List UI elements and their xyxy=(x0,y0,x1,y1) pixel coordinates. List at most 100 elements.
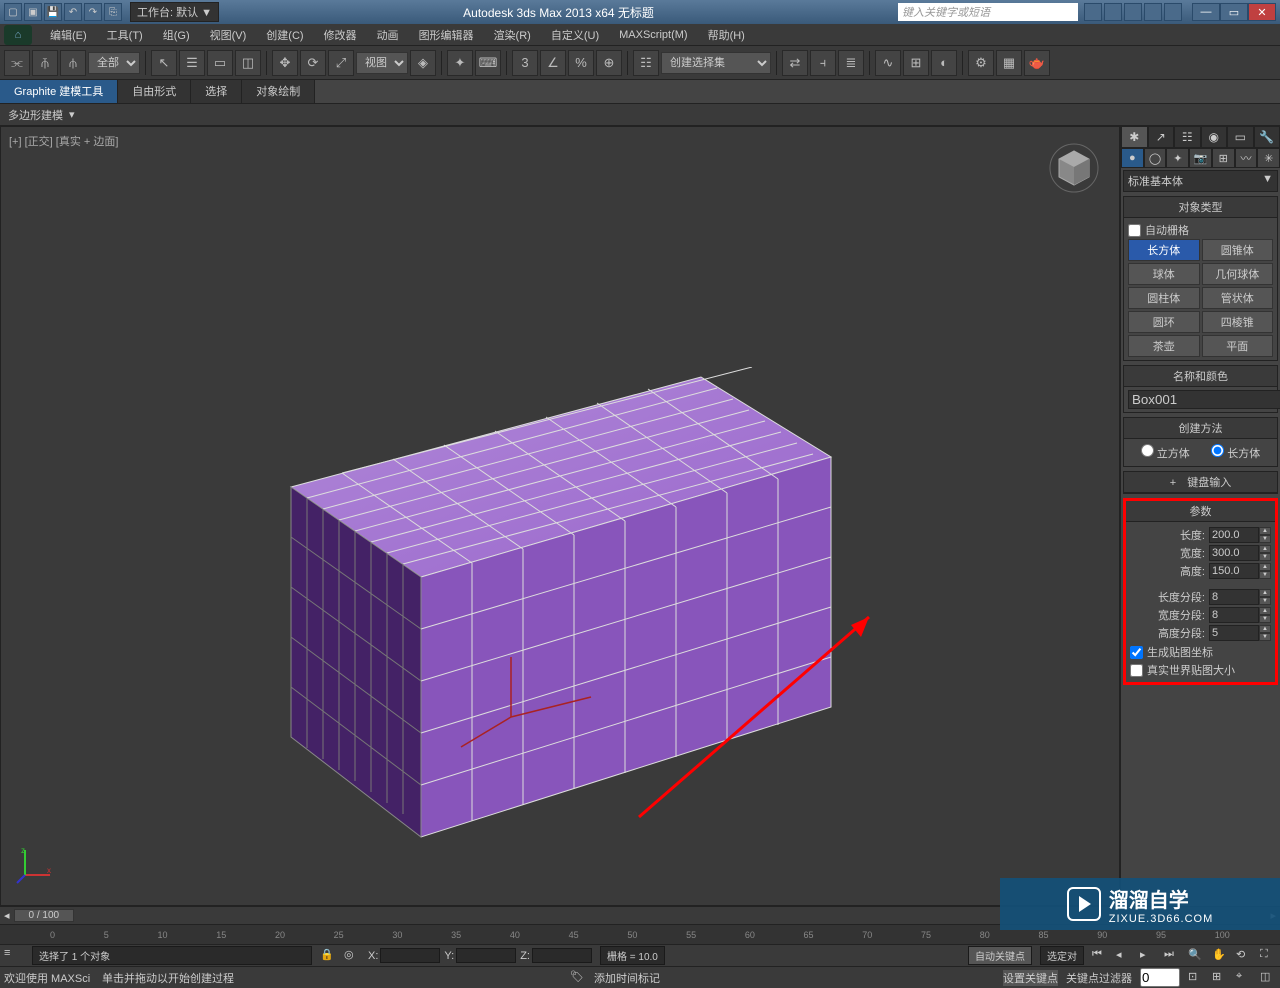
tag-icon[interactable]: 🏷 xyxy=(570,970,586,986)
menu-maxscript[interactable]: MAXScript(M) xyxy=(609,27,697,43)
curve-editor-icon[interactable]: ∿ xyxy=(875,50,901,76)
help-icon[interactable] xyxy=(1164,3,1182,21)
spin-up-icon[interactable]: ▲ xyxy=(1259,589,1271,597)
btn-teapot[interactable]: 茶壶 xyxy=(1128,335,1200,357)
play-back-icon[interactable]: ◂ xyxy=(1116,948,1132,964)
utilities-tab-icon[interactable]: 🔧 xyxy=(1254,126,1280,148)
snap-3-icon[interactable]: 3 xyxy=(512,50,538,76)
spin-up-icon[interactable]: ▲ xyxy=(1259,625,1271,633)
render-frame-icon[interactable]: ▦ xyxy=(996,50,1022,76)
move-icon[interactable]: ✥ xyxy=(272,50,298,76)
autogrid-checkbox[interactable] xyxy=(1128,224,1141,237)
btn-torus[interactable]: 圆环 xyxy=(1128,311,1200,333)
rollout-hdr[interactable]: 参数 xyxy=(1126,501,1275,522)
favorites-icon[interactable] xyxy=(1144,3,1162,21)
snap-angle-icon[interactable]: ∠ xyxy=(540,50,566,76)
play-icon[interactable]: ▸ xyxy=(1140,948,1156,964)
rollout-hdr[interactable]: 创建方法 xyxy=(1124,418,1277,439)
rollout-hdr[interactable]: 名称和颜色 xyxy=(1124,366,1277,387)
spin-down-icon[interactable]: ▼ xyxy=(1259,553,1271,561)
scale-icon[interactable]: ⤢ xyxy=(328,50,354,76)
modify-tab-icon[interactable]: ↗ xyxy=(1148,126,1175,148)
spin-down-icon[interactable]: ▼ xyxy=(1259,597,1271,605)
gen-mapping-checkbox[interactable] xyxy=(1130,646,1143,659)
real-world-row[interactable]: 真实世界贴图大小 xyxy=(1130,661,1271,679)
btn-cylinder[interactable]: 圆柱体 xyxy=(1128,287,1200,309)
space-warps-subtab-icon[interactable]: 〰 xyxy=(1235,148,1258,168)
mirror-icon[interactable]: ⇄ xyxy=(782,50,808,76)
auto-key-button[interactable]: 自动关键点 xyxy=(968,946,1032,965)
btn-cone[interactable]: 圆锥体 xyxy=(1202,239,1274,261)
viewport-label[interactable]: [+] [正交] [真实 + 边面] xyxy=(9,133,118,149)
named-selection-set[interactable]: 创建选择集 xyxy=(661,52,771,74)
select-name-icon[interactable]: ☰ xyxy=(179,50,205,76)
tab-paint[interactable]: 对象绘制 xyxy=(242,80,315,103)
shapes-subtab-icon[interactable]: ◯ xyxy=(1144,148,1167,168)
current-frame-input[interactable] xyxy=(1140,968,1180,987)
nav-zoomall-icon[interactable]: ⊞ xyxy=(1212,970,1228,986)
isolate-icon[interactable]: ◎ xyxy=(344,948,360,964)
nav-max-icon[interactable]: ⛶ xyxy=(1260,948,1276,964)
category-dropdown[interactable]: 标准基本体 ▼ xyxy=(1123,170,1278,192)
nav-zoom-icon[interactable]: 🔍 xyxy=(1188,948,1204,964)
height-input[interactable] xyxy=(1209,563,1259,579)
help-search-icon[interactable] xyxy=(1084,3,1102,21)
select-rect-icon[interactable]: ▭ xyxy=(207,50,233,76)
ref-coord-dropdown[interactable]: 视图 xyxy=(356,52,408,74)
search-input[interactable]: 键入关键字或短语 xyxy=(898,3,1078,21)
hsegs-input[interactable] xyxy=(1209,625,1259,641)
nav-zoomext-icon[interactable]: ⊡ xyxy=(1188,970,1204,986)
tab-freeform[interactable]: 自由形式 xyxy=(118,80,191,103)
rollout-hdr[interactable]: 对象类型 xyxy=(1124,197,1277,218)
nav-orbit-icon[interactable]: ⟲ xyxy=(1236,948,1252,964)
maximize-button[interactable]: ▭ xyxy=(1220,3,1248,21)
menu-help[interactable]: 帮助(H) xyxy=(698,25,755,45)
ribbon-subtab[interactable]: 多边形建模 xyxy=(8,107,63,123)
viewcube[interactable] xyxy=(1049,143,1099,193)
pivot-icon[interactable]: ◈ xyxy=(410,50,436,76)
save-icon[interactable]: 💾 xyxy=(44,3,62,21)
menu-create[interactable]: 创建(C) xyxy=(256,25,313,45)
tab-selection[interactable]: 选择 xyxy=(191,80,242,103)
align-icon[interactable]: ⫞ xyxy=(810,50,836,76)
nav-pan-icon[interactable]: ✋ xyxy=(1212,948,1228,964)
create-tab-icon[interactable]: ✱ xyxy=(1121,126,1148,148)
unlink-icon[interactable]: ⫚ xyxy=(32,50,58,76)
selection-filter[interactable]: 全部 xyxy=(88,52,140,74)
radio-box[interactable]: 长方体 xyxy=(1211,444,1260,461)
spin-down-icon[interactable]: ▼ xyxy=(1259,535,1271,543)
spin-down-icon[interactable]: ▼ xyxy=(1259,633,1271,641)
wsegs-input[interactable] xyxy=(1209,607,1259,623)
btn-plane[interactable]: 平面 xyxy=(1202,335,1274,357)
nav-fov-icon[interactable]: ⌖ xyxy=(1236,970,1252,986)
selected-label[interactable]: 选定对 xyxy=(1040,946,1084,965)
radio-cube[interactable]: 立方体 xyxy=(1141,444,1190,461)
add-time-tag[interactable]: 添加时间标记 xyxy=(594,970,660,986)
menu-customize[interactable]: 自定义(U) xyxy=(541,25,609,45)
named-sel-icon[interactable]: ☷ xyxy=(633,50,659,76)
set-key-button[interactable]: 设置关键点 xyxy=(1003,970,1058,986)
maxscript-mini-icon[interactable]: ≡ xyxy=(4,947,24,965)
x-input[interactable] xyxy=(380,948,440,963)
keymode-icon[interactable]: ⌨ xyxy=(475,50,501,76)
menu-render[interactable]: 渲染(R) xyxy=(484,25,541,45)
btn-box[interactable]: 长方体 xyxy=(1128,239,1200,261)
key-filters-button[interactable]: 关键点过滤器 xyxy=(1066,970,1132,986)
btn-tube[interactable]: 管状体 xyxy=(1202,287,1274,309)
geometry-subtab-icon[interactable]: ● xyxy=(1121,148,1144,168)
tab-graphite[interactable]: Graphite 建模工具 xyxy=(0,80,118,103)
systems-subtab-icon[interactable]: ✳ xyxy=(1257,148,1280,168)
menu-anim[interactable]: 动画 xyxy=(367,25,409,45)
open-icon[interactable]: ▣ xyxy=(24,3,42,21)
layers-icon[interactable]: ≣ xyxy=(838,50,864,76)
y-input[interactable] xyxy=(456,948,516,963)
spin-down-icon[interactable]: ▼ xyxy=(1259,615,1271,623)
material-icon[interactable]: ◐ xyxy=(931,50,957,76)
exchange-icon[interactable] xyxy=(1124,3,1142,21)
render-icon[interactable]: 🫖 xyxy=(1024,50,1050,76)
motion-tab-icon[interactable]: ◉ xyxy=(1201,126,1228,148)
btn-pyramid[interactable]: 四棱锥 xyxy=(1202,311,1274,333)
lock-icon[interactable]: 🔒 xyxy=(320,948,336,964)
lsegs-input[interactable] xyxy=(1209,589,1259,605)
btn-geosphere[interactable]: 几何球体 xyxy=(1202,263,1274,285)
